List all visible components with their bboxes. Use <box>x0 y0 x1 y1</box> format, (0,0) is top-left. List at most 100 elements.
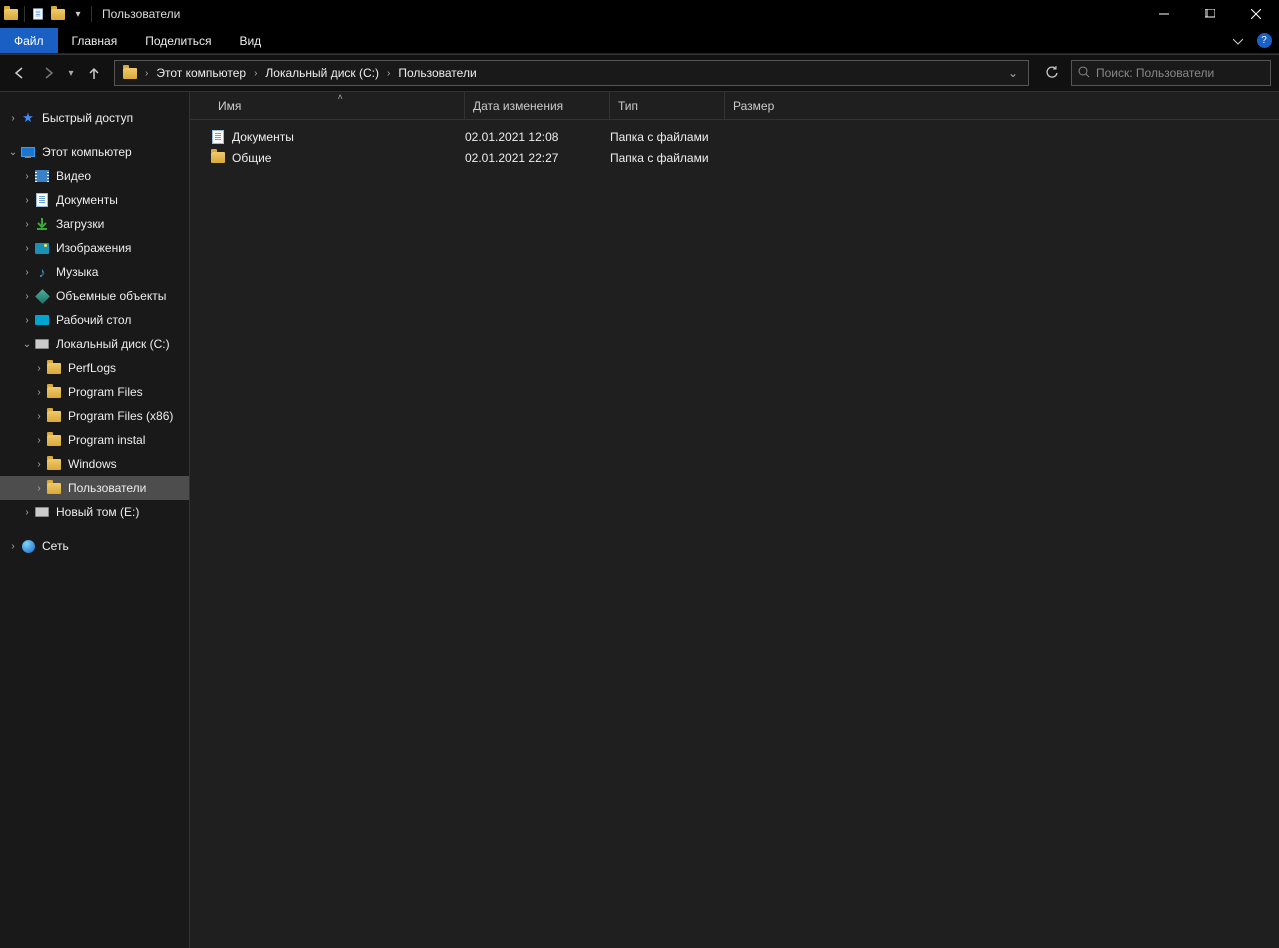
chevron-right-icon[interactable]: › <box>32 363 46 374</box>
pic-icon <box>34 240 50 256</box>
search-input[interactable] <box>1096 66 1264 80</box>
breadcrumb-item[interactable]: Пользователи <box>394 66 480 80</box>
file-pane: Имя ˄ Дата изменения Тип Размер Документ… <box>189 92 1279 948</box>
column-type[interactable]: Тип <box>610 92 725 119</box>
address-bar[interactable]: › Этот компьютер › Локальный диск (C:) ›… <box>114 60 1029 86</box>
chevron-right-icon[interactable]: › <box>20 171 34 182</box>
chevron-right-icon[interactable]: › <box>32 411 46 422</box>
chevron-right-icon[interactable]: › <box>20 507 34 518</box>
chevron-down-icon[interactable]: ⌄ <box>6 147 20 158</box>
tree-item-folder[interactable]: › PerfLogs <box>0 356 189 380</box>
tree-label: Этот компьютер <box>42 145 132 159</box>
tree-label: Program instal <box>68 433 145 447</box>
tab-home[interactable]: Главная <box>58 28 132 53</box>
column-date[interactable]: Дата изменения <box>465 92 610 119</box>
chevron-right-icon[interactable]: › <box>20 195 34 206</box>
tree-label: Program Files <box>68 385 143 399</box>
desk-icon <box>34 312 50 328</box>
file-row[interactable]: Документы 02.01.2021 12:08 Папка с файла… <box>202 126 1279 147</box>
search-box[interactable] <box>1071 60 1271 86</box>
qat-newfolder-icon[interactable] <box>49 5 67 23</box>
file-name: Документы <box>232 130 294 144</box>
tree-item[interactable]: › Объемные объекты <box>0 284 189 308</box>
tree-item-folder[interactable]: › Windows <box>0 452 189 476</box>
column-size[interactable]: Размер <box>725 92 805 119</box>
file-date: 02.01.2021 12:08 <box>457 130 602 144</box>
tree-network[interactable]: › Сеть <box>0 534 189 558</box>
chevron-right-icon[interactable]: › <box>32 435 46 446</box>
file-list: Документы 02.01.2021 12:08 Папка с файла… <box>190 120 1279 168</box>
nav-up-button[interactable] <box>82 61 106 85</box>
tree-item[interactable]: › ♪ Музыка <box>0 260 189 284</box>
chevron-right-icon[interactable]: › <box>20 315 34 326</box>
chevron-right-icon[interactable]: › <box>6 541 20 552</box>
tab-view[interactable]: Вид <box>225 28 275 53</box>
chevron-right-icon[interactable]: › <box>20 267 34 278</box>
folder-icon <box>46 456 62 472</box>
chevron-right-icon[interactable]: › <box>20 243 34 254</box>
tree-item-folder[interactable]: › Пользователи <box>0 476 189 500</box>
window-title: Пользователи <box>102 7 180 21</box>
qat-properties-icon[interactable] <box>29 5 47 23</box>
minimize-button[interactable] <box>1141 0 1187 28</box>
pc-icon <box>20 144 36 160</box>
tree-item-folder[interactable]: › Program Files (x86) <box>0 404 189 428</box>
breadcrumb-item[interactable]: Локальный диск (C:) <box>261 66 383 80</box>
chevron-right-icon[interactable]: › <box>383 68 394 79</box>
tree-label: Пользователи <box>68 481 146 495</box>
tree-this-pc[interactable]: ⌄ Этот компьютер <box>0 140 189 164</box>
maximize-button[interactable] <box>1187 0 1233 28</box>
tree-drive-c[interactable]: ⌄ Локальный диск (C:) <box>0 332 189 356</box>
chevron-right-icon[interactable]: › <box>6 113 20 124</box>
drive-icon <box>34 336 50 352</box>
file-name: Общие <box>232 151 271 165</box>
nav-tree: › ★ Быстрый доступ ⌄ Этот компьютер › Ви… <box>0 92 189 948</box>
file-date: 02.01.2021 22:27 <box>457 151 602 165</box>
tree-item[interactable]: › Загрузки <box>0 212 189 236</box>
chevron-right-icon[interactable]: › <box>141 68 152 79</box>
nav-back-button[interactable] <box>8 61 32 85</box>
close-button[interactable] <box>1233 0 1279 28</box>
tab-share[interactable]: Поделиться <box>131 28 225 53</box>
tree-item[interactable]: › Изображения <box>0 236 189 260</box>
ribbon-expand-icon[interactable] <box>1223 28 1253 53</box>
folder-icon <box>46 432 62 448</box>
qat-customize-icon[interactable]: ▾ <box>69 5 87 23</box>
tab-file[interactable]: Файл <box>0 28 58 53</box>
nav-forward-button[interactable] <box>36 61 60 85</box>
network-icon <box>20 538 36 554</box>
tree-item[interactable]: › Рабочий стол <box>0 308 189 332</box>
tree-label: PerfLogs <box>68 361 116 375</box>
address-history-icon[interactable]: ⌄ <box>1002 66 1024 80</box>
refresh-button[interactable] <box>1037 60 1067 86</box>
chevron-right-icon[interactable]: › <box>20 291 34 302</box>
column-label: Дата изменения <box>473 99 563 113</box>
chevron-right-icon[interactable]: › <box>32 483 46 494</box>
chevron-right-icon[interactable]: › <box>32 459 46 470</box>
nav-recent-icon[interactable]: ▾ <box>64 61 78 85</box>
tree-label: Windows <box>68 457 117 471</box>
breadcrumb-item[interactable]: Этот компьютер <box>152 66 250 80</box>
column-label: Тип <box>618 99 638 113</box>
file-row[interactable]: Общие 02.01.2021 22:27 Папка с файлами <box>202 147 1279 168</box>
chevron-right-icon[interactable]: › <box>250 68 261 79</box>
breadcrumb-root-icon[interactable] <box>119 68 141 79</box>
chevron-right-icon[interactable]: › <box>20 219 34 230</box>
chevron-right-icon[interactable]: › <box>32 387 46 398</box>
tree-quick-access[interactable]: › ★ Быстрый доступ <box>0 106 189 130</box>
tree-item-folder[interactable]: › Program Files <box>0 380 189 404</box>
doc-icon <box>34 192 50 208</box>
chevron-down-icon[interactable]: ⌄ <box>20 339 34 350</box>
tree-label: Новый том (E:) <box>56 505 139 519</box>
tree-item-folder[interactable]: › Program instal <box>0 428 189 452</box>
tree-item[interactable]: › Видео <box>0 164 189 188</box>
tree-label: Локальный диск (C:) <box>56 337 170 351</box>
help-button[interactable]: ? <box>1253 28 1275 53</box>
tree-label: Сеть <box>42 539 69 553</box>
tree-label: Рабочий стол <box>56 313 131 327</box>
column-label: Имя <box>218 99 241 113</box>
tree-drive-e[interactable]: › Новый том (E:) <box>0 500 189 524</box>
tree-label: Видео <box>56 169 91 183</box>
dl-icon <box>34 216 50 232</box>
tree-item[interactable]: › Документы <box>0 188 189 212</box>
